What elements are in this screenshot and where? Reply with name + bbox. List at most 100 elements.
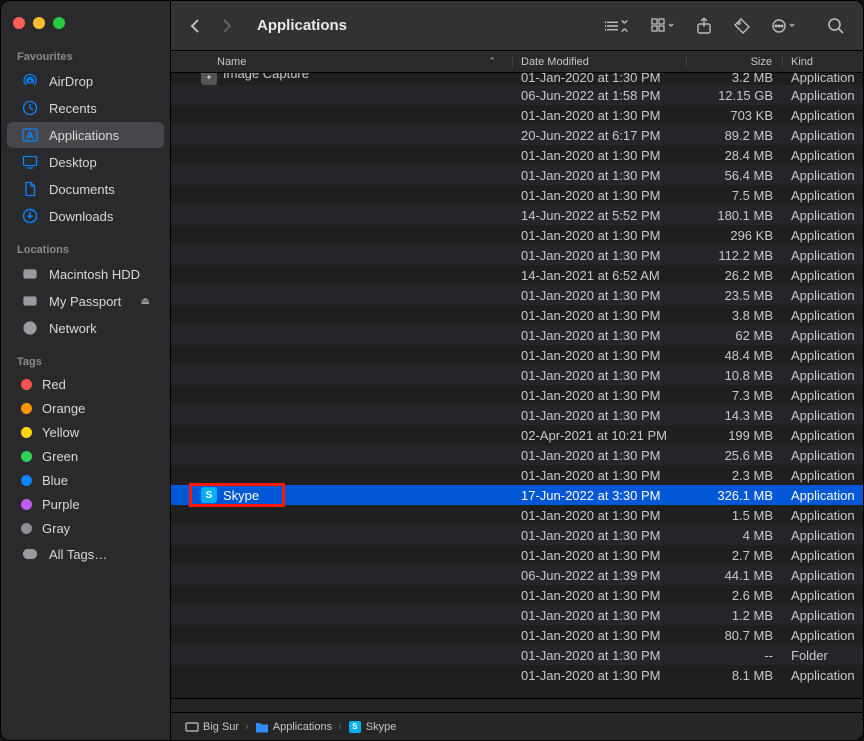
sidebar-item-desktop[interactable]: Desktop bbox=[7, 149, 164, 175]
column-size[interactable]: Size bbox=[687, 56, 783, 68]
file-row[interactable]: 01-Jan-2020 at 1:30 PM 7.3 MB Applicatio… bbox=[171, 385, 863, 405]
sidebar-tag-orange[interactable]: Orange bbox=[7, 397, 164, 420]
file-row[interactable]: 01-Jan-2020 at 1:30 PM 80.7 MB Applicati… bbox=[171, 625, 863, 645]
minimize-button[interactable] bbox=[33, 17, 45, 29]
sidebar-tag-red[interactable]: Red bbox=[7, 373, 164, 396]
finder-window: Favourites AirDropRecentsAApplicationsDe… bbox=[0, 0, 864, 741]
file-row[interactable]: 20-Jun-2022 at 6:17 PM 89.2 MB Applicati… bbox=[171, 125, 863, 145]
sidebar-tag-green[interactable]: Green bbox=[7, 445, 164, 468]
file-row[interactable]: 14-Jun-2022 at 5:52 PM 180.1 MB Applicat… bbox=[171, 205, 863, 225]
sidebar-tag-purple[interactable]: Purple bbox=[7, 493, 164, 516]
back-button[interactable] bbox=[183, 12, 207, 40]
sidebar-item-macintosh-hdd[interactable]: Macintosh HDD bbox=[7, 261, 164, 287]
search-button[interactable] bbox=[821, 13, 851, 39]
file-row[interactable]: 01-Jan-2020 at 1:30 PM 25.6 MB Applicati… bbox=[171, 445, 863, 465]
file-date: 01-Jan-2020 at 1:30 PM bbox=[513, 73, 687, 85]
file-date: 01-Jan-2020 at 1:30 PM bbox=[513, 648, 687, 663]
file-row[interactable]: 01-Jan-2020 at 1:30 PM -- Folder bbox=[171, 645, 863, 665]
file-row[interactable]: 01-Jan-2020 at 1:30 PM 7.5 MB Applicatio… bbox=[171, 185, 863, 205]
sidebar-tag-gray[interactable]: Gray bbox=[7, 517, 164, 540]
group-button[interactable] bbox=[645, 14, 681, 38]
column-name[interactable]: Name ⌃ bbox=[171, 56, 513, 68]
sidebar-item-label: Network bbox=[49, 321, 97, 336]
file-row[interactable]: 01-Jan-2020 at 1:30 PM 28.4 MB Applicati… bbox=[171, 145, 863, 165]
sidebar-item-recents[interactable]: Recents bbox=[7, 95, 164, 121]
file-date: 01-Jan-2020 at 1:30 PM bbox=[513, 608, 687, 623]
tag-button[interactable] bbox=[727, 13, 757, 39]
file-row[interactable]: 01-Jan-2020 at 1:30 PM 23.5 MB Applicati… bbox=[171, 285, 863, 305]
file-row[interactable]: 01-Jan-2020 at 1:30 PM 2.7 MB Applicatio… bbox=[171, 545, 863, 565]
file-row[interactable]: 01-Jan-2020 at 1:30 PM 1.5 MB Applicatio… bbox=[171, 505, 863, 525]
sidebar-tag-yellow[interactable]: Yellow bbox=[7, 421, 164, 444]
sidebar-item-my-passport[interactable]: My Passport⏏ bbox=[7, 288, 164, 314]
doc-icon bbox=[21, 180, 39, 198]
file-row[interactable]: 01-Jan-2020 at 1:30 PM 1.2 MB Applicatio… bbox=[171, 605, 863, 625]
file-row[interactable]: 01-Jan-2020 at 1:30 PM 2.3 MB Applicatio… bbox=[171, 465, 863, 485]
sidebar-item-applications[interactable]: AApplications bbox=[7, 122, 164, 148]
file-kind: Application bbox=[783, 628, 863, 643]
action-menu-button[interactable] bbox=[765, 14, 803, 38]
file-size: 23.5 MB bbox=[687, 288, 783, 303]
file-date: 01-Jan-2020 at 1:30 PM bbox=[513, 188, 687, 203]
file-row[interactable]: 14-Jan-2021 at 6:52 AM 26.2 MB Applicati… bbox=[171, 265, 863, 285]
close-button[interactable] bbox=[13, 17, 25, 29]
file-row[interactable]: 01-Jan-2020 at 1:30 PM 112.2 MB Applicat… bbox=[171, 245, 863, 265]
file-row[interactable]: 06-Jun-2022 at 1:39 PM 44.1 MB Applicati… bbox=[171, 565, 863, 585]
skype-icon: S bbox=[201, 487, 217, 503]
download-icon bbox=[21, 207, 39, 225]
file-size: 80.7 MB bbox=[687, 628, 783, 643]
share-button[interactable] bbox=[689, 13, 719, 39]
file-date: 01-Jan-2020 at 1:30 PM bbox=[513, 408, 687, 423]
sidebar-item-label: Purple bbox=[42, 497, 80, 512]
zoom-button[interactable] bbox=[53, 17, 65, 29]
file-date: 01-Jan-2020 at 1:30 PM bbox=[513, 248, 687, 263]
file-kind: Application bbox=[783, 188, 863, 203]
tag-dot-icon bbox=[21, 427, 32, 438]
column-headers: Name ⌃ Date Modified Size Kind bbox=[171, 51, 863, 73]
file-size: -- bbox=[687, 648, 783, 663]
sidebar-item-documents[interactable]: Documents bbox=[7, 176, 164, 202]
file-row[interactable]: 01-Jan-2020 at 1:30 PM 296 KB Applicatio… bbox=[171, 225, 863, 245]
file-row[interactable]: 06-Jun-2022 at 1:58 PM 12.15 GB Applicat… bbox=[171, 85, 863, 105]
eject-icon[interactable]: ⏏ bbox=[141, 296, 150, 307]
file-date: 01-Jan-2020 at 1:30 PM bbox=[513, 668, 687, 683]
file-row[interactable]: 01-Jan-2020 at 1:30 PM 4 MB Application bbox=[171, 525, 863, 545]
file-row[interactable]: SSkype 17-Jun-2022 at 3:30 PM 326.1 MB A… bbox=[171, 485, 863, 505]
column-date[interactable]: Date Modified bbox=[513, 56, 687, 68]
sidebar-item-downloads[interactable]: Downloads bbox=[7, 203, 164, 229]
file-row[interactable]: 01-Jan-2020 at 1:30 PM 703 KB Applicatio… bbox=[171, 105, 863, 125]
breadcrumb-item[interactable]: Big Sur bbox=[185, 720, 239, 734]
file-row[interactable]: 01-Jan-2020 at 1:30 PM 10.8 MB Applicati… bbox=[171, 365, 863, 385]
file-size: 1.5 MB bbox=[687, 508, 783, 523]
sidebar-item-network[interactable]: Network bbox=[7, 315, 164, 341]
file-row[interactable]: 01-Jan-2020 at 1:30 PM 8.1 MB Applicatio… bbox=[171, 665, 863, 685]
file-row[interactable]: 01-Jan-2020 at 1:30 PM 56.4 MB Applicati… bbox=[171, 165, 863, 185]
sidebar-item-airdrop[interactable]: AirDrop bbox=[7, 68, 164, 94]
sidebar-tag-blue[interactable]: Blue bbox=[7, 469, 164, 492]
file-row[interactable]: 01-Jan-2020 at 1:30 PM 3.8 MB Applicatio… bbox=[171, 305, 863, 325]
breadcrumb-item[interactable]: SSkype bbox=[348, 720, 397, 734]
file-row[interactable]: 01-Jan-2020 at 1:30 PM 2.6 MB Applicatio… bbox=[171, 585, 863, 605]
file-kind: Application bbox=[783, 248, 863, 263]
view-mode-button[interactable] bbox=[599, 14, 637, 38]
file-kind: Application bbox=[783, 268, 863, 283]
file-kind: Application bbox=[783, 408, 863, 423]
file-row[interactable]: ✦Image Capture 01-Jan-2020 at 1:30 PM 3.… bbox=[171, 73, 863, 85]
column-kind[interactable]: Kind bbox=[783, 56, 863, 68]
sidebar-item-label: Red bbox=[42, 377, 66, 392]
horizontal-scrollbar[interactable] bbox=[171, 698, 863, 712]
sidebar-item-label: Macintosh HDD bbox=[49, 267, 140, 282]
clock-icon bbox=[21, 99, 39, 117]
file-row[interactable]: 01-Jan-2020 at 1:30 PM 14.3 MB Applicati… bbox=[171, 405, 863, 425]
sidebar-item-label: AirDrop bbox=[49, 74, 93, 89]
file-row[interactable]: 02-Apr-2021 at 10:21 PM 199 MB Applicati… bbox=[171, 425, 863, 445]
file-list[interactable]: ✦Image Capture 01-Jan-2020 at 1:30 PM 3.… bbox=[171, 73, 863, 698]
file-row[interactable]: 01-Jan-2020 at 1:30 PM 48.4 MB Applicati… bbox=[171, 345, 863, 365]
forward-button[interactable] bbox=[215, 12, 239, 40]
file-row[interactable]: 01-Jan-2020 at 1:30 PM 62 MB Application bbox=[171, 325, 863, 345]
main-panel: Applications bbox=[171, 1, 863, 740]
breadcrumb-item[interactable]: Applications bbox=[255, 720, 332, 734]
file-kind: Application bbox=[783, 508, 863, 523]
breadcrumb-separator-icon: › bbox=[338, 721, 342, 733]
sidebar-tag-alltags[interactable]: All Tags… bbox=[7, 541, 164, 567]
